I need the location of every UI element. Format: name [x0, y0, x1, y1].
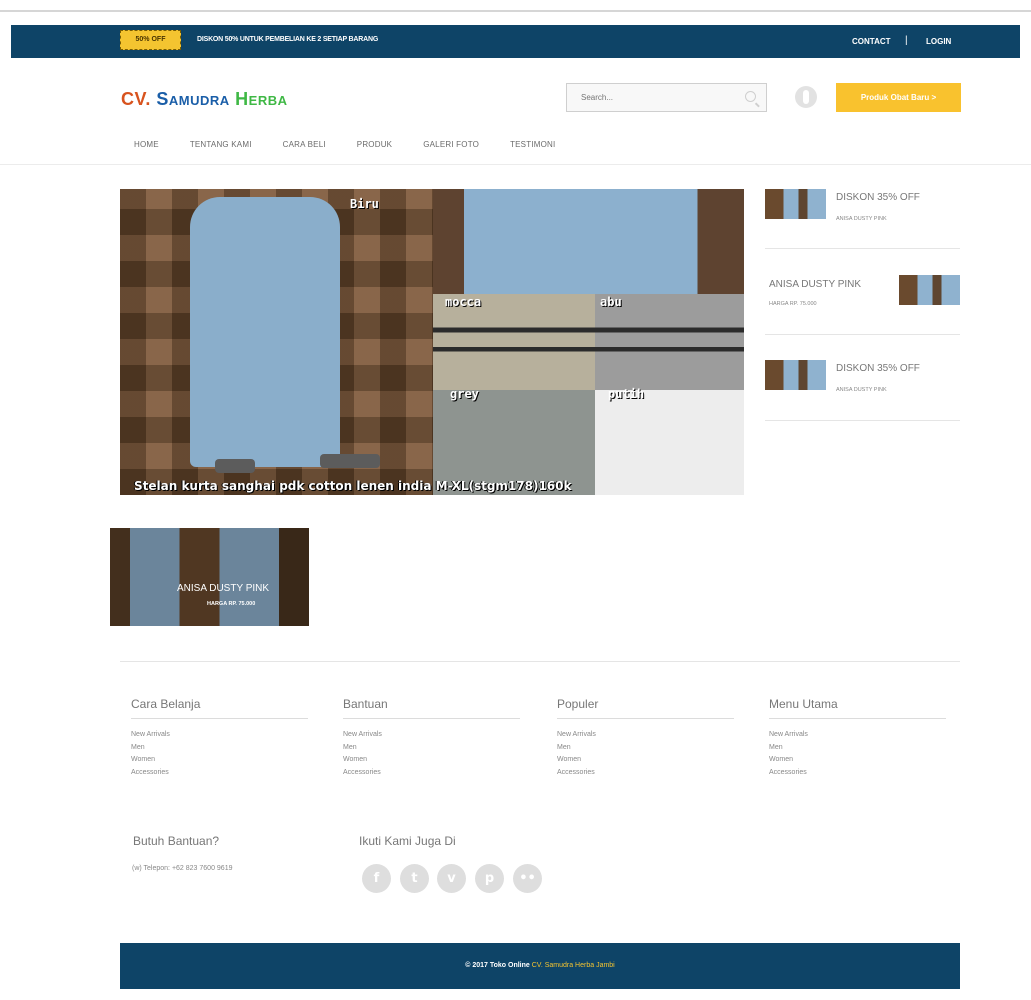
footer-divider [120, 661, 960, 662]
footer-link[interactable]: Accessories [343, 767, 520, 780]
sidebar-title: ANISA DUSTY PINK [769, 279, 862, 290]
footer-link[interactable]: Women [557, 754, 734, 767]
sidebar-divider [765, 420, 960, 421]
sidebar-title: DISKON 35% OFF [836, 192, 920, 203]
nav-tentang-kami[interactable]: Tentang Kami [190, 140, 252, 149]
footer-col-title: Menu Utama [769, 697, 946, 719]
thumbnail-title: ANISA DUSTY PINK [177, 583, 270, 594]
shoe [320, 454, 380, 468]
follow-title: Ikuti Kami Juga Di [359, 834, 456, 848]
footer-link[interactable]: Men [769, 742, 946, 755]
footer-link[interactable]: Women [343, 754, 520, 767]
panel-biru [433, 189, 744, 294]
tag-grey: grey [450, 387, 479, 401]
footer-link[interactable]: Women [769, 754, 946, 767]
hero-slider[interactable]: Biru mocca abu grey putih Stelan kurta s… [120, 189, 744, 495]
footer-brand-link[interactable]: CV. Samudra Herba Jambi [532, 962, 615, 969]
nav-divider [0, 164, 1031, 165]
slide-caption: Stelan kurta sanghai pdk cotton lenen in… [134, 479, 572, 493]
logo-samudra: Samudra [156, 89, 230, 109]
slide-photo-right [433, 189, 744, 495]
copyright: © 2017 Toko Online CV. Samudra Herba Jam… [120, 962, 960, 969]
pinterest-icon[interactable]: p [475, 864, 504, 893]
user-icon[interactable] [795, 86, 817, 108]
logo-cv: CV. [121, 89, 151, 109]
footer-col-populer: Populer New Arrivals Men Women Accessori… [557, 697, 734, 779]
footer-link[interactable]: Men [557, 742, 734, 755]
slide-photo-left [120, 189, 433, 495]
sidebar-divider [765, 334, 960, 335]
footer-link[interactable]: Men [131, 742, 308, 755]
sidebar-title: DISKON 35% OFF [836, 363, 920, 374]
sidebar-thumb [899, 275, 960, 305]
search-box [566, 83, 767, 112]
facebook-icon[interactable]: f [362, 864, 391, 893]
footer-link[interactable]: Men [343, 742, 520, 755]
footer-link[interactable]: Accessories [131, 767, 308, 780]
topbar-separator: | [905, 35, 908, 46]
thumbnail-overlay [110, 528, 309, 626]
site-footer: © 2017 Toko Online CV. Samudra Herba Jam… [120, 943, 960, 989]
site-logo[interactable]: CV. Samudra Herba [121, 89, 288, 110]
copyright-text: © 2017 Toko Online [465, 962, 530, 969]
nav-cara-beli[interactable]: Cara Beli [283, 140, 326, 149]
footer-col-title: Bantuan [343, 697, 520, 719]
tag-abu: abu [600, 295, 622, 309]
tag-mocca: mocca [445, 295, 482, 309]
tag-putih: putih [608, 387, 645, 401]
contact-link[interactable]: CONTACT [852, 37, 891, 46]
nav-produk[interactable]: Produk [357, 140, 392, 149]
sidebar-thumb [765, 360, 826, 390]
login-link[interactable]: LOGIN [926, 37, 951, 46]
search-input[interactable] [567, 84, 741, 111]
footer-col-title: Populer [557, 697, 734, 719]
nav-testimoni[interactable]: Testimoni [510, 140, 555, 149]
tag-biru: Biru [350, 197, 379, 211]
footer-col-cara-belanja: Cara Belanja New Arrivals Men Women Acce… [131, 697, 308, 779]
sidebar-divider [765, 248, 960, 249]
nav-home[interactable]: Home [134, 140, 159, 149]
main-nav: Home Tentang Kami Cara Beli Produk Galer… [134, 140, 586, 149]
top-divider [0, 10, 1031, 12]
logo-herba: Herba [235, 89, 288, 109]
footer-col-title: Cara Belanja [131, 697, 308, 719]
promo-badge: 50% OFF [120, 30, 181, 50]
panel-putih [595, 390, 744, 495]
nav-galeri-foto[interactable]: Galeri Foto [423, 140, 479, 149]
vimeo-icon[interactable]: v [437, 864, 466, 893]
sidebar-sub: HARGA RP. 75.000 [769, 301, 817, 307]
flickr-icon[interactable]: •• [513, 864, 542, 893]
help-title: Butuh Bantuan? [133, 834, 220, 848]
footer-link[interactable]: Accessories [769, 767, 946, 780]
promo-text: DISKON 50% UNTUK PEMBELIAN KE 2 SETIAP B… [197, 36, 379, 43]
help-phone: (w) Telepon: +62 823 7600 9619 [132, 865, 233, 872]
new-products-button[interactable]: Produk Obat Baru > [836, 83, 961, 112]
sidebar-thumb [765, 189, 826, 219]
footer-link[interactable]: New Arrivals [343, 729, 520, 742]
footer-link[interactable]: New Arrivals [131, 729, 308, 742]
product-thumbnail[interactable]: ANISA DUSTY PINK HARGA RP. 75.000 [110, 528, 309, 626]
footer-link[interactable]: New Arrivals [769, 729, 946, 742]
footer-col-bantuan: Bantuan New Arrivals Men Women Accessori… [343, 697, 520, 779]
sidebar-sub: ANISA DUSTY PINK [836, 216, 887, 222]
shoe [215, 459, 255, 473]
thumbnail-price: HARGA RP. 75.000 [207, 601, 256, 607]
twitter-icon[interactable]: t [400, 864, 429, 893]
sidebar-sub: ANISA DUSTY PINK [836, 387, 887, 393]
search-icon[interactable] [745, 91, 756, 102]
footer-link[interactable]: Accessories [557, 767, 734, 780]
footer-link[interactable]: Women [131, 754, 308, 767]
model-figure [190, 197, 340, 467]
footer-col-menu-utama: Menu Utama New Arrivals Men Women Access… [769, 697, 946, 779]
footer-link[interactable]: New Arrivals [557, 729, 734, 742]
